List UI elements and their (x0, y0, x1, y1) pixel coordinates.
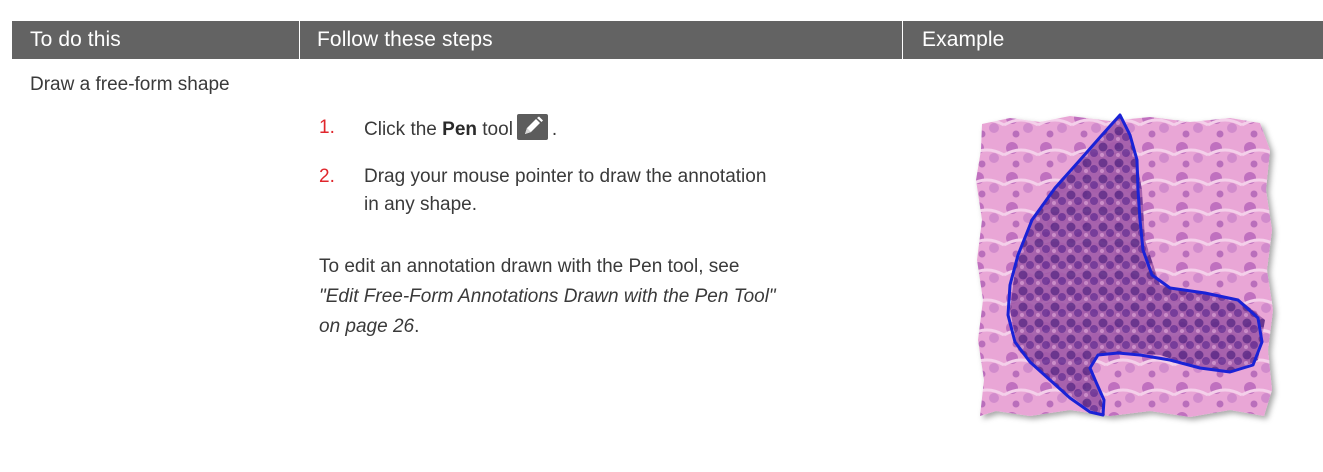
step-text-line: Drag your mouse pointer to draw the anno… (364, 166, 767, 187)
step-trailing: . (551, 119, 558, 140)
header-col-task: To do this (30, 28, 121, 51)
step-text-after: tool (477, 119, 513, 140)
step-number: 1. (319, 117, 335, 138)
header-divider (299, 21, 300, 59)
header-divider (902, 21, 903, 59)
cross-reference-page[interactable]: on page 26 (319, 316, 414, 337)
step-text-before: Click the (364, 119, 443, 140)
table-header: To do this Follow these steps Example (12, 21, 1323, 59)
note-text: To edit an annotation drawn with the Pen… (319, 256, 740, 277)
header-col-example: Example (922, 28, 1005, 51)
pen-icon (516, 114, 548, 140)
instruction-table: To do this Follow these steps Example Dr… (0, 0, 1323, 472)
step-text: Drag your mouse pointer to draw the anno… (364, 163, 766, 219)
cross-reference-link[interactable]: "Edit Free-Form Annotations Drawn with t… (319, 286, 776, 307)
header-col-steps: Follow these steps (317, 28, 493, 51)
pen-tool-name: Pen (442, 119, 477, 140)
row-task-label: Draw a free-form shape (30, 74, 230, 95)
step-text-line: in any shape. (364, 194, 478, 215)
tissue-annotation-image (976, 113, 1273, 417)
step-number: 2. (319, 166, 335, 187)
step-text: Click the Pen tool. (364, 114, 557, 144)
edit-note: To edit an annotation drawn with the Pen… (319, 252, 776, 342)
note-trailing: . (414, 316, 420, 337)
